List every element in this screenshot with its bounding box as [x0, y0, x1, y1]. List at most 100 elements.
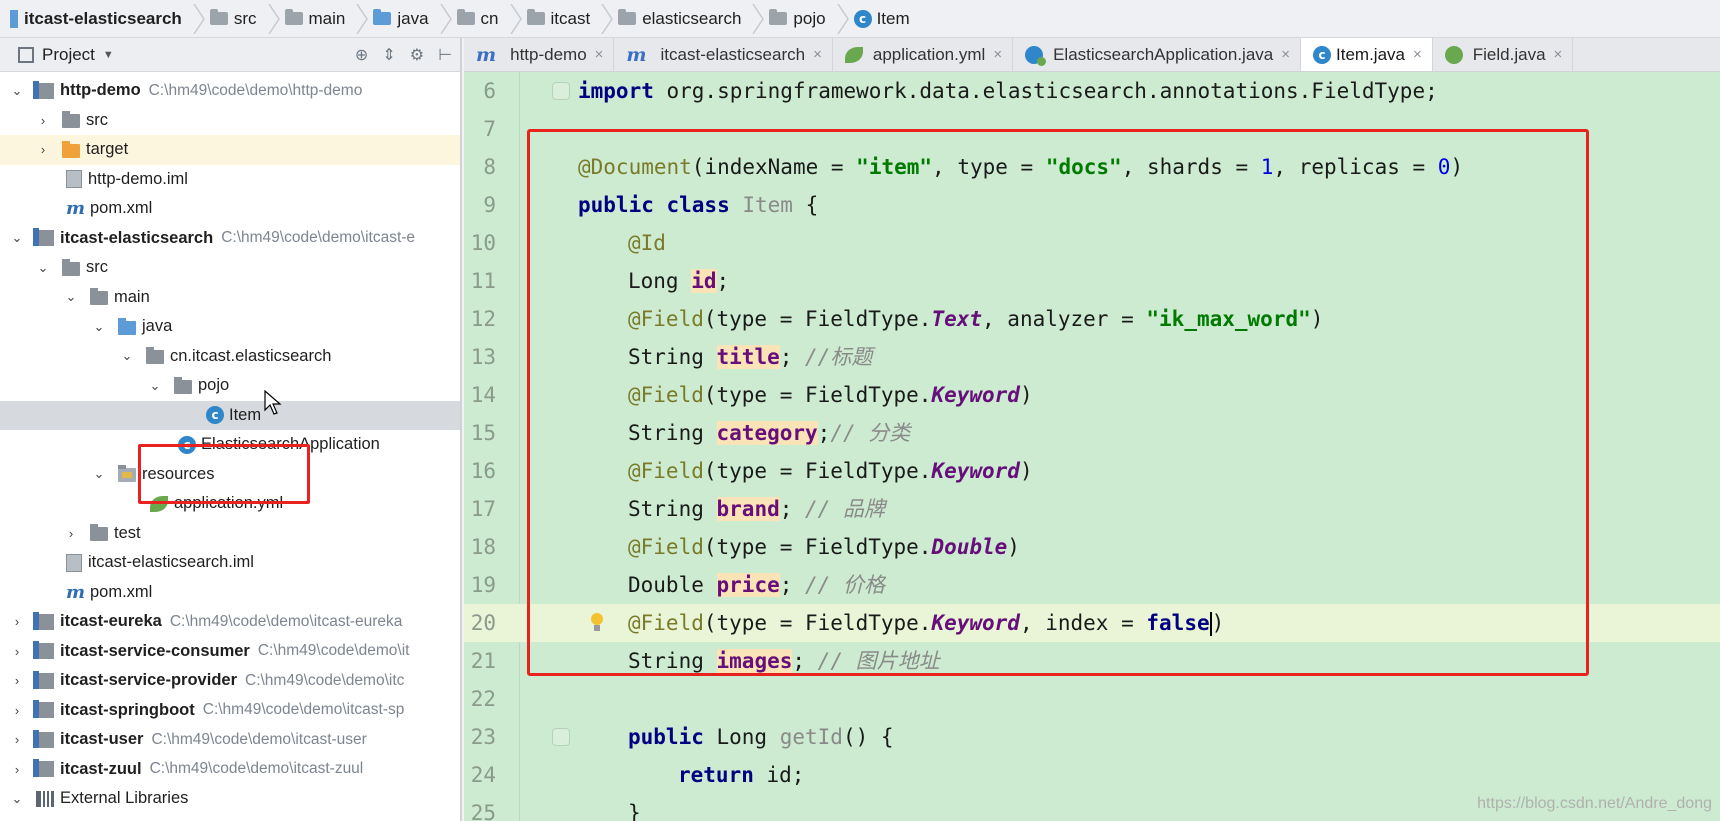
code-editor[interactable]: 6 import org.springframework.data.elastic…	[464, 72, 1720, 821]
expanded-arrow-icon[interactable]: ⌄	[10, 230, 24, 246]
expanded-arrow-icon[interactable]: ⌄	[64, 289, 78, 305]
module-icon	[33, 700, 54, 719]
breadcrumb-src[interactable]: src	[192, 0, 267, 38]
tree-item-itcast-springboot[interactable]: › itcast-springboot C:\hm49\code\demo\itca…	[0, 696, 460, 726]
expanded-arrow-icon[interactable]: ⌄	[92, 319, 106, 335]
dropdown-arrow-icon[interactable]: ▼	[103, 49, 114, 61]
code-line-24[interactable]: 24 return id;	[464, 756, 1720, 794]
tab-field-java[interactable]: Field.java ×	[1433, 38, 1574, 71]
collapsed-arrow-icon[interactable]: ›	[10, 732, 24, 747]
tree-item-http-demo-iml[interactable]: http-demo.iml	[0, 165, 460, 195]
tree-item-itcast-service-consumer[interactable]: › itcast-service-consumer C:\hm49\code\dem…	[0, 637, 460, 667]
close-icon[interactable]: ×	[1413, 46, 1422, 63]
hide-panel-icon[interactable]: ⊢	[438, 45, 452, 65]
tree-item-http-demo[interactable]: ⌄ http-demo C:\hm49\code\demo\http-demo	[0, 76, 460, 106]
collapsed-arrow-icon[interactable]: ›	[36, 142, 50, 157]
watermark: https://blog.csdn.net/Andre_dong	[1477, 795, 1712, 812]
maven-icon: m	[626, 43, 647, 66]
folder-icon	[209, 9, 228, 25]
breadcrumb-module[interactable]: itcast-elasticsearch	[4, 0, 192, 38]
collapse-all-icon[interactable]: ⇕	[382, 45, 395, 65]
expanded-arrow-icon[interactable]: ⌄	[10, 83, 24, 99]
annotation-icon	[1444, 45, 1463, 64]
package-icon	[456, 9, 475, 25]
close-icon[interactable]: ×	[595, 46, 604, 63]
scroll-from-source-icon[interactable]: ⊕	[355, 45, 368, 65]
module-icon	[33, 611, 54, 630]
tab-http-demo[interactable]: m http-demo ×	[464, 38, 615, 71]
tree-item-itcast-user[interactable]: › itcast-user C:\hm49\code\demo\itcast-use…	[0, 725, 460, 755]
panel-toolbar: ⊕ ⇕ ⚙ ⊢	[355, 38, 452, 72]
chevron-separator-icon	[439, 3, 452, 34]
tree-item-itcast-elasticsearch-iml[interactable]: itcast-elasticsearch.iml	[0, 548, 460, 578]
close-icon[interactable]: ×	[1281, 46, 1290, 63]
module-icon	[33, 759, 54, 778]
tree-item-pojo[interactable]: ⌄ pojo	[0, 371, 460, 401]
tab-itcast-elasticsearch[interactable]: m itcast-elasticsearch ×	[614, 38, 833, 71]
collapsed-arrow-icon[interactable]: ›	[64, 526, 78, 541]
expanded-arrow-icon[interactable]: ⌄	[148, 378, 162, 394]
folder-icon	[62, 258, 80, 276]
settings-gear-icon[interactable]: ⚙	[410, 45, 424, 65]
code-line-22[interactable]: 22	[464, 680, 1720, 718]
breadcrumb-pojo[interactable]: pojo	[751, 0, 835, 38]
package-icon	[174, 376, 192, 394]
tree-item-external-libraries[interactable]: ⌄ External Libraries	[0, 784, 460, 814]
breadcrumb-java[interactable]: java	[355, 0, 438, 38]
tree-item-itcast-eureka[interactable]: › itcast-eureka C:\hm49\code\demo\itcast-e…	[0, 607, 460, 637]
close-icon[interactable]: ×	[993, 46, 1002, 63]
breadcrumb-itcast[interactable]: itcast	[509, 0, 601, 38]
highlight-box-item-class	[527, 129, 1589, 676]
module-icon	[33, 228, 54, 247]
code-line-6[interactable]: 6 import org.springframework.data.elastic…	[464, 72, 1720, 110]
collapsed-arrow-icon[interactable]: ›	[10, 762, 24, 777]
expanded-arrow-icon[interactable]: ⌄	[120, 348, 134, 364]
breadcrumb-item[interactable]: c Item	[836, 0, 920, 38]
close-icon[interactable]: ×	[813, 46, 822, 63]
module-icon	[33, 641, 54, 660]
excluded-folder-icon	[62, 140, 80, 158]
tab-elasticsearch-application[interactable]: ElasticsearchApplication.java ×	[1013, 38, 1302, 71]
tree-item-src[interactable]: ⌄ src	[0, 253, 460, 283]
yaml-icon	[844, 46, 863, 63]
tree-item-itcast-service-provider[interactable]: › itcast-service-provider C:\hm49\code\dem…	[0, 666, 460, 696]
code-line-23[interactable]: 23 public Long getId() {	[464, 718, 1720, 756]
project-tool-window: Project ▼ ⊕ ⇕ ⚙ ⊢ ⌄ http-demo C:\hm49\code…	[0, 38, 462, 821]
breadcrumb-cn[interactable]: cn	[439, 0, 509, 38]
tree-item-itcast-elasticsearch[interactable]: ⌄ itcast-elasticsearch C:\hm49\code\demo\i…	[0, 224, 460, 254]
tree-item-target[interactable]: › target	[0, 135, 460, 165]
tree-item-item-class[interactable]: c Item	[0, 400, 460, 430]
fold-marker-icon[interactable]	[552, 728, 570, 746]
class-icon: c	[1313, 45, 1332, 64]
collapsed-arrow-icon[interactable]: ›	[10, 644, 24, 659]
tree-item-itcast-zuul[interactable]: › itcast-zuul C:\hm49\code\demo\itcast-zuu…	[0, 755, 460, 785]
project-panel-header: Project ▼ ⊕ ⇕ ⚙ ⊢	[0, 38, 460, 72]
collapsed-arrow-icon[interactable]: ›	[10, 614, 24, 629]
fold-marker-icon[interactable]	[552, 82, 570, 100]
chevron-separator-icon	[193, 3, 205, 34]
source-folder-icon	[118, 317, 136, 335]
tree-item-pom-xml[interactable]: m pom.xml	[0, 194, 460, 224]
source-folder-icon	[373, 9, 392, 25]
tab-item-java[interactable]: c Item.java ×	[1301, 38, 1433, 71]
breadcrumb-elasticsearch[interactable]: elasticsearch	[600, 0, 751, 38]
tree-item-src[interactable]: › src	[0, 106, 460, 136]
breadcrumb-main[interactable]: main	[267, 0, 356, 38]
project-view-selector[interactable]: Project	[42, 45, 95, 65]
tab-application-yml[interactable]: application.yml ×	[833, 38, 1014, 71]
expanded-arrow-icon[interactable]: ⌄	[92, 466, 106, 482]
tree-item-main[interactable]: ⌄ main	[0, 283, 460, 313]
tree-item-pom-xml[interactable]: m pom.xml	[0, 578, 460, 608]
folder-icon	[90, 288, 108, 306]
tree-item-java[interactable]: ⌄ java	[0, 312, 460, 342]
tree-item-test[interactable]: › test	[0, 519, 460, 549]
expanded-arrow-icon[interactable]: ⌄	[36, 260, 50, 276]
chevron-separator-icon	[752, 3, 765, 34]
resources-folder-icon	[118, 465, 136, 483]
collapsed-arrow-icon[interactable]: ›	[10, 703, 24, 718]
tree-item-package[interactable]: ⌄ cn.itcast.elasticsearch	[0, 342, 460, 372]
close-icon[interactable]: ×	[1554, 46, 1563, 63]
collapsed-arrow-icon[interactable]: ›	[10, 673, 24, 688]
collapsed-arrow-icon[interactable]: ›	[36, 113, 50, 128]
expanded-arrow-icon[interactable]: ⌄	[10, 791, 24, 807]
